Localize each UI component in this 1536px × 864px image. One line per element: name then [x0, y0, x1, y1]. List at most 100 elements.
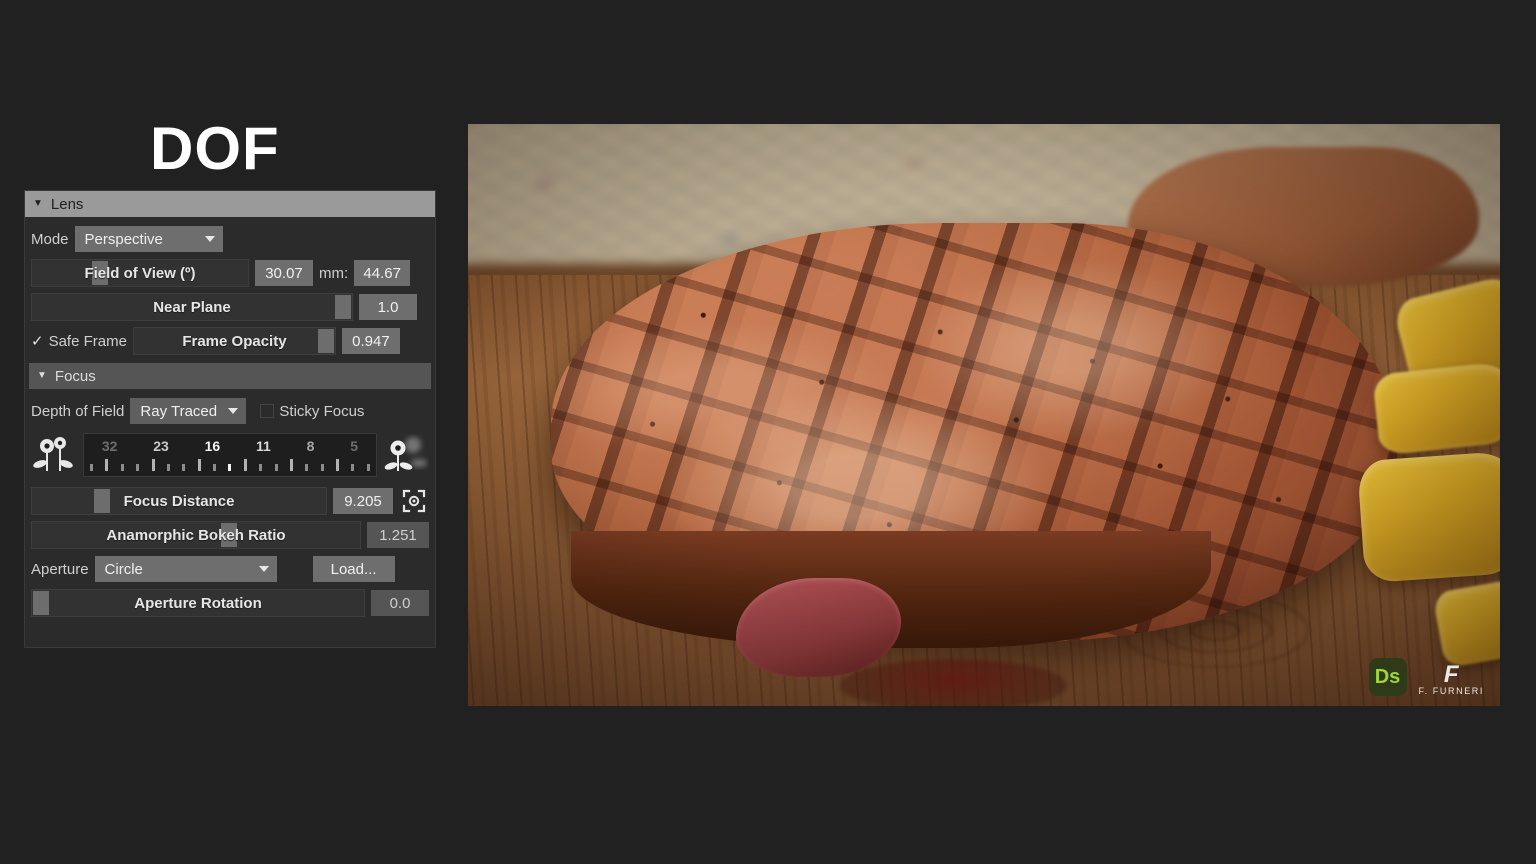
mode-row: Mode Perspective [31, 225, 429, 253]
field-of-view-row: Field of View (º) 30.07 mm: 44.67 [31, 259, 429, 287]
fstop-tick [213, 464, 216, 471]
focus-target-icon [402, 489, 426, 513]
depth-of-field-value: Ray Traced [140, 402, 218, 420]
render-scene [468, 124, 1500, 706]
near-plane-row: Near Plane 1.0 [31, 293, 429, 321]
fstop-tick [243, 459, 247, 471]
lens-section-body: Mode Perspective Field of View (º) 30.07… [25, 217, 435, 363]
aperture-rotation-row: Aperture Rotation 0.0 [31, 589, 429, 617]
fstop-tick [366, 464, 370, 471]
fstop-tick [197, 459, 201, 471]
slider-handle[interactable] [317, 329, 334, 353]
page-title: DOF [150, 115, 280, 182]
chevron-down-icon [204, 236, 215, 242]
fstop-tick [351, 464, 355, 471]
field-of-view-value[interactable]: 30.07 [255, 260, 313, 286]
focus-picker-button[interactable] [399, 487, 429, 515]
focus-section-body: Depth of Field Ray Traced Sticky Focus 3… [25, 389, 435, 623]
author-monogram: F [1443, 661, 1459, 689]
fstop-tick [320, 464, 324, 471]
near-plane-slider[interactable]: Near Plane [31, 293, 353, 321]
bokeh-ratio-row: Anamorphic Bokeh Ratio 1.251 [31, 521, 429, 549]
frame-opacity-label: Frame Opacity [182, 332, 287, 350]
depth-of-field-row: Depth of Field Ray Traced Sticky Focus [31, 397, 429, 425]
bokeh-ratio-slider[interactable]: Anamorphic Bokeh Ratio [31, 521, 361, 549]
fstop-label: 5 [350, 438, 359, 454]
safe-frame-label: Safe Frame [48, 332, 127, 350]
aperture-row: Aperture Circle Load... [31, 555, 429, 583]
flower-blurred-icon [384, 437, 427, 471]
check-icon: ✓ [31, 332, 44, 350]
focal-length-mm-value[interactable]: 44.67 [354, 260, 411, 286]
chevron-down-icon [228, 408, 239, 414]
substance-designer-logo: Ds [1368, 658, 1407, 696]
slider-handle[interactable] [94, 489, 110, 513]
slider-handle[interactable] [33, 591, 49, 615]
aperture-scale-row: 32 23 16 11 8 5 [31, 431, 429, 479]
checkbox-icon [260, 404, 275, 418]
aperture-dropdown[interactable]: Circle [94, 556, 277, 582]
fstop-tick [136, 464, 140, 471]
fstop-tick [105, 459, 109, 471]
fstop-numbers: 32 23 16 11 8 5 [84, 436, 376, 456]
lens-section-header[interactable]: ▼ Lens [25, 191, 435, 217]
triangle-down-icon: ▼ [37, 370, 47, 381]
frame-opacity-slider[interactable]: Frame Opacity [132, 327, 336, 355]
frame-opacity-value[interactable]: 0.947 [341, 328, 400, 354]
aperture-label: Aperture [31, 560, 89, 578]
triangle-down-icon: ▼ [33, 198, 43, 209]
focus-distance-value[interactable]: 9.205 [333, 488, 393, 514]
lens-section-title: Lens [50, 195, 84, 213]
watermark: Ds F F. FURNERI [1368, 658, 1485, 696]
mode-dropdown[interactable]: Perspective [74, 226, 223, 252]
slider-handle[interactable] [335, 295, 351, 319]
fstop-tick [336, 459, 339, 471]
mode-dropdown-value: Perspective [84, 230, 163, 248]
fstop-tick [274, 464, 278, 471]
mm-label: mm: [319, 264, 349, 282]
fstop-label: 11 [256, 438, 271, 454]
author-name: F. FURNERI [1418, 686, 1484, 696]
fstop-tick [120, 464, 124, 471]
focus-section-title: Focus [54, 367, 96, 385]
render-preview-image: Ds F F. FURNERI [468, 124, 1500, 706]
focus-section-header[interactable]: ▼ Focus [29, 363, 431, 389]
aperture-rotation-slider[interactable]: Aperture Rotation [31, 589, 365, 617]
fstop-tick-marks [90, 458, 370, 471]
camera-properties-panel: ▼ Lens Mode Perspective Field of View (º… [24, 190, 436, 648]
focus-distance-row: Focus Distance 9.205 [31, 487, 429, 515]
field-of-view-slider[interactable]: Field of View (º) [31, 259, 249, 287]
focus-distance-label: Focus Distance [123, 492, 235, 510]
safe-frame-checkbox[interactable]: ✓ Safe Frame [31, 333, 127, 350]
vignette-overlay [468, 124, 1500, 706]
fstop-tick [289, 459, 293, 471]
sticky-focus-label: Sticky Focus [279, 402, 365, 420]
fstop-scale[interactable]: 32 23 16 11 8 5 [83, 433, 377, 477]
chevron-down-icon [258, 566, 269, 572]
depth-of-field-dropdown[interactable]: Ray Traced [130, 398, 247, 424]
near-plane-value[interactable]: 1.0 [359, 294, 417, 320]
flower-sharp-icon [33, 437, 73, 471]
load-aperture-button[interactable]: Load... [312, 556, 395, 582]
fstop-tick [166, 464, 170, 471]
safe-frame-row: ✓ Safe Frame Frame Opacity 0.947 [31, 327, 429, 355]
fstop-tick [228, 464, 232, 471]
fstop-tick [151, 459, 155, 471]
bokeh-ratio-label: Anamorphic Bokeh Ratio [106, 526, 286, 544]
depth-of-field-label: Depth of Field [31, 402, 125, 420]
mode-label: Mode [31, 230, 69, 248]
focus-distance-slider[interactable]: Focus Distance [31, 487, 327, 515]
screenshot-root: DOF ▼ Lens Mode Perspective Field of Vie… [0, 0, 1536, 864]
near-plane-label: Near Plane [153, 298, 231, 316]
fstop-tick [305, 464, 309, 471]
fstop-label: 16 [204, 438, 221, 454]
bokeh-ratio-value[interactable]: 1.251 [367, 522, 429, 548]
field-of-view-label: Field of View (º) [84, 264, 196, 282]
fstop-label: 32 [101, 438, 118, 454]
fstop-label: 23 [153, 438, 169, 454]
fstop-tick [182, 464, 186, 471]
aperture-rotation-value[interactable]: 0.0 [371, 590, 429, 616]
fstop-tick [259, 464, 263, 471]
aperture-dropdown-value: Circle [104, 560, 143, 578]
sticky-focus-checkbox[interactable]: Sticky Focus [260, 403, 364, 420]
